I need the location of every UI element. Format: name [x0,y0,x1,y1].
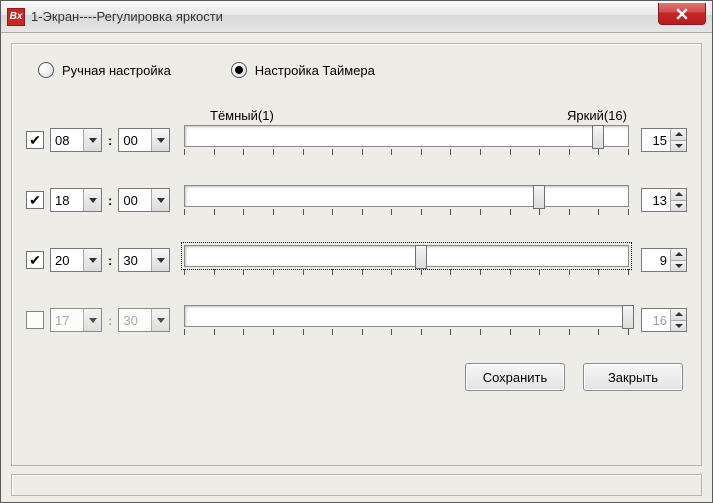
minute-value: 00 [119,193,151,208]
minute-value: 30 [119,313,151,328]
hour-value: 17 [51,313,83,328]
dialog-buttons: Сохранить Закрыть [26,363,687,391]
time-colon: : [108,253,112,268]
brightness-spinner[interactable]: 15 [641,128,687,152]
chevron-down-icon [151,309,169,331]
close-icon [676,8,688,20]
radio-icon [231,62,247,78]
spinner-up-button[interactable] [671,129,686,141]
radio-manual[interactable]: Ручная настройка [38,62,171,78]
chevron-down-icon [83,309,101,331]
status-bar [11,474,702,496]
slider-header: Тёмный(1) Яркий(16) [210,108,627,123]
spinner-down-button[interactable] [671,321,686,332]
enable-checkbox[interactable] [26,251,44,269]
chevron-down-icon [151,189,169,211]
settings-group: Ручная настройка Настройка Таймера Тёмны… [11,43,702,466]
minute-value: 00 [119,133,151,148]
client-area: Ручная настройка Настройка Таймера Тёмны… [1,33,712,502]
chevron-down-icon [83,129,101,151]
brightness-slider[interactable] [184,305,629,335]
radio-timer[interactable]: Настройка Таймера [231,62,375,78]
bright-label: Яркий(16) [567,108,627,123]
close-button-label: Закрыть [608,370,658,385]
time-row: 20:30 9 [26,243,687,277]
slider-thumb[interactable] [622,305,634,329]
radio-timer-label: Настройка Таймера [255,63,375,78]
close-button[interactable]: Закрыть [583,363,683,391]
brightness-spinner[interactable]: 13 [641,188,687,212]
enable-checkbox[interactable] [26,131,44,149]
save-button-label: Сохранить [483,370,548,385]
brightness-slider[interactable] [184,125,629,155]
app-icon: Bx [7,8,25,26]
brightness-slider[interactable] [184,185,629,215]
spinner-up-button[interactable] [671,309,686,321]
slider-thumb[interactable] [592,125,604,149]
time-row: 08:00 15 [26,123,687,157]
hour-select[interactable]: 17 [50,308,102,332]
mode-radio-group: Ручная настройка Настройка Таймера [26,62,687,78]
minute-select[interactable]: 30 [118,248,170,272]
time-row: 17:30 16 [26,303,687,337]
spinner-value: 9 [642,249,670,271]
brightness-slider[interactable] [184,245,629,275]
enable-checkbox[interactable] [26,191,44,209]
hour-select[interactable]: 20 [50,248,102,272]
window-close-button[interactable] [658,3,706,25]
spinner-down-button[interactable] [671,141,686,152]
time-colon: : [108,133,112,148]
enable-checkbox[interactable] [26,311,44,329]
slider-track [184,185,629,207]
slider-ticks [184,149,629,157]
slider-ticks [184,329,629,337]
spinner-value: 16 [642,309,670,331]
spinner-value: 15 [642,129,670,151]
spinner-buttons [670,129,686,151]
hour-value: 20 [51,253,83,268]
hour-select[interactable]: 08 [50,128,102,152]
chevron-down-icon [151,129,169,151]
brightness-spinner[interactable]: 9 [641,248,687,272]
time-colon: : [108,193,112,208]
slider-track [184,305,629,327]
slider-thumb[interactable] [415,245,427,269]
hour-select[interactable]: 18 [50,188,102,212]
spinner-up-button[interactable] [671,189,686,201]
time-row: 18:00 13 [26,183,687,217]
radio-manual-label: Ручная настройка [62,63,171,78]
slider-ticks [184,209,629,217]
time-colon: : [108,313,112,328]
window-title: 1-Экран----Регулировка яркости [31,9,223,24]
minute-select[interactable]: 00 [118,128,170,152]
slider-track [184,125,629,147]
chevron-down-icon [151,249,169,271]
hour-value: 18 [51,193,83,208]
spinner-down-button[interactable] [671,201,686,212]
app-window: Bx 1-Экран----Регулировка яркости Ручная… [0,0,713,503]
minute-select[interactable]: 30 [118,308,170,332]
radio-icon [38,62,54,78]
titlebar: Bx 1-Экран----Регулировка яркости [1,1,712,33]
slider-track [184,245,629,267]
spinner-up-button[interactable] [671,249,686,261]
chevron-down-icon [83,249,101,271]
slider-thumb[interactable] [533,185,545,209]
hour-value: 08 [51,133,83,148]
dark-label: Тёмный(1) [210,108,274,123]
brightness-spinner[interactable]: 16 [641,308,687,332]
slider-ticks [184,269,629,277]
spinner-value: 13 [642,189,670,211]
spinner-buttons [670,309,686,331]
spinner-buttons [670,189,686,211]
minute-select[interactable]: 00 [118,188,170,212]
minute-value: 30 [119,253,151,268]
spinner-down-button[interactable] [671,261,686,272]
save-button[interactable]: Сохранить [465,363,565,391]
chevron-down-icon [83,189,101,211]
spinner-buttons [670,249,686,271]
